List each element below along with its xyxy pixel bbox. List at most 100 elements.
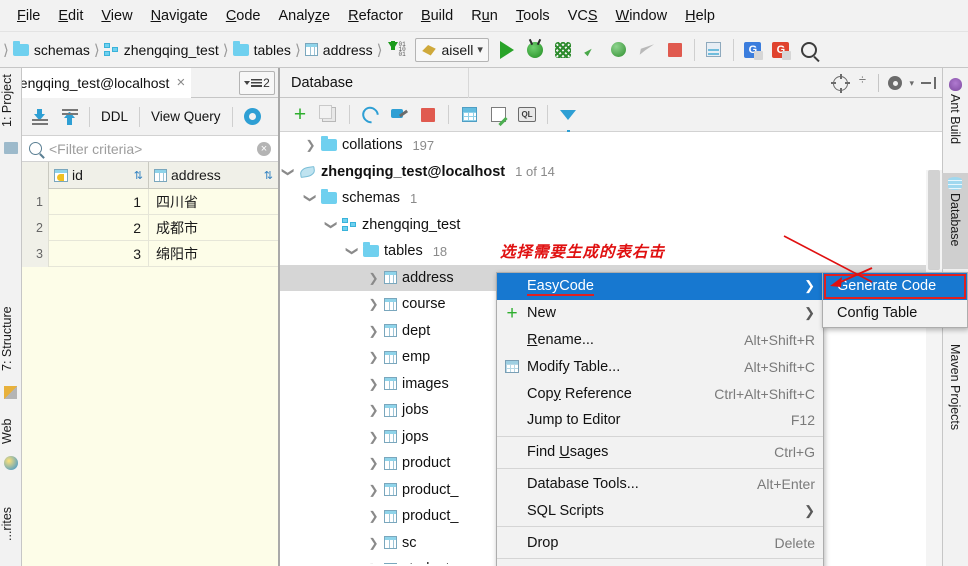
database-button[interactable]: [700, 37, 728, 63]
table-row[interactable]: 2 2 成都市: [22, 214, 278, 241]
gear-icon[interactable]: [238, 102, 267, 132]
cell-address[interactable]: 四川省: [149, 189, 278, 215]
sidebar-item-ant-build[interactable]: Ant Build: [942, 74, 968, 160]
cell-id[interactable]: 1: [49, 188, 149, 215]
sidebar-item-favorites[interactable]: ...rites: [0, 498, 22, 550]
menu-code[interactable]: Code: [217, 5, 270, 27]
breadcrumb-schemas[interactable]: schemas: [10, 40, 93, 58]
menu-item-modify-table[interactable]: Modify Table... Alt+Shift+C: [497, 353, 823, 380]
synchronize-icon[interactable]: [357, 102, 383, 128]
menu-run[interactable]: Run: [462, 5, 507, 27]
menu-build[interactable]: Build: [412, 5, 462, 27]
menu-help[interactable]: Help: [676, 5, 724, 27]
sort-indicator-icon[interactable]: ⇅: [134, 169, 143, 182]
settings-gear-icon[interactable]: [888, 76, 903, 90]
menu-item-sql-scripts[interactable]: SQL Scripts ❯: [497, 497, 823, 524]
debug-button[interactable]: [521, 37, 549, 63]
data-source-properties-icon[interactable]: [386, 102, 412, 128]
chevron-right-icon[interactable]: ❯: [368, 509, 379, 523]
column-header-id[interactable]: id ⇅: [49, 161, 149, 189]
run-configuration-selector[interactable]: aisell ▾: [415, 37, 489, 62]
filter-input[interactable]: <Filter criteria>: [49, 141, 250, 157]
submenu-item-config-table[interactable]: Config Table: [823, 300, 967, 327]
ddl-button[interactable]: DDL: [95, 102, 134, 132]
clear-icon[interactable]: ×: [257, 141, 271, 156]
chevron-right-icon[interactable]: ❯: [368, 456, 379, 470]
collapse-all-icon[interactable]: ÷: [855, 73, 869, 91]
chevron-right-icon[interactable]: ❯: [368, 324, 379, 338]
chevron-down-icon[interactable]: ❯: [304, 193, 318, 204]
cell-address[interactable]: 成都市: [149, 215, 278, 241]
jump-to-console-icon[interactable]: [456, 102, 482, 128]
chevron-right-icon[interactable]: ❯: [368, 297, 379, 311]
export-data-icon[interactable]: [26, 102, 54, 132]
tree-item-collations[interactable]: ❯ collations 197: [279, 132, 942, 159]
column-header-address[interactable]: address ⇅: [149, 162, 278, 189]
menu-file[interactable]: FFileile: [8, 5, 49, 27]
chevron-down-icon[interactable]: ▾: [909, 78, 914, 89]
menu-item-import-from[interactable]: Import from... Ctrl+Shift+F10: [497, 561, 823, 566]
tree-scrollbar[interactable]: [926, 170, 942, 566]
sort-numeric-icon[interactable]: 01 10 01: [383, 37, 411, 63]
breadcrumb-tables[interactable]: tables: [230, 40, 294, 58]
filter-icon[interactable]: [555, 102, 581, 135]
search-icon[interactable]: [795, 37, 823, 63]
table-row[interactable]: 1 1 四川省: [22, 188, 278, 215]
sql-console-icon[interactable]: QL: [514, 102, 540, 128]
chevron-right-icon[interactable]: ❯: [368, 430, 379, 444]
scrollbar-thumb[interactable]: [928, 170, 940, 270]
chevron-down-icon[interactable]: ❯: [282, 166, 296, 177]
chevron-right-icon[interactable]: ❯: [368, 271, 379, 285]
close-icon[interactable]: ×: [174, 74, 187, 91]
cell-address[interactable]: 绵阳市: [149, 241, 278, 267]
menu-item-easycode[interactable]: EasyCode ❯: [497, 273, 823, 300]
jump-to-source-icon[interactable]: [831, 73, 849, 91]
stop-button[interactable]: [661, 37, 689, 63]
chevron-right-icon[interactable]: ❯: [368, 483, 379, 497]
menu-item-new[interactable]: + New ❯: [497, 300, 823, 327]
menu-tools[interactable]: Tools: [507, 5, 559, 27]
menu-item-rename[interactable]: Rename... Alt+Shift+R: [497, 327, 823, 354]
tree-item-datasource[interactable]: ❯ zhengqing_test@localhost 1 of 14: [279, 159, 942, 186]
add-data-source-icon[interactable]: +: [287, 102, 313, 128]
modify-table-icon[interactable]: [485, 102, 511, 128]
run-button[interactable]: [493, 37, 521, 63]
tab-list-button[interactable]: 2: [239, 71, 275, 95]
menu-item-jump-to-editor[interactable]: Jump to Editor F12: [497, 407, 823, 434]
hide-panel-icon[interactable]: [921, 76, 936, 90]
menu-view[interactable]: View: [92, 5, 141, 27]
attach-button[interactable]: [633, 37, 661, 63]
table-row[interactable]: 3 3 绵阳市: [22, 240, 278, 267]
chevron-right-icon[interactable]: ❯: [368, 350, 379, 364]
view-query-button[interactable]: View Query: [145, 102, 227, 132]
profile-button[interactable]: [605, 37, 633, 63]
sidebar-item-structure[interactable]: 7: Structure: [0, 298, 22, 380]
editor-tab-zhengqing-test[interactable]: hengqing_test@localhost ×: [22, 68, 192, 98]
breadcrumb-address[interactable]: address: [302, 42, 376, 58]
menu-item-drop[interactable]: Drop Delete: [497, 529, 823, 556]
cell-id[interactable]: 2: [49, 214, 149, 241]
google-translate-red-icon[interactable]: G: [767, 37, 795, 63]
duplicate-icon[interactable]: [316, 102, 342, 128]
cell-id[interactable]: 3: [49, 240, 149, 267]
menu-edit[interactable]: Edit: [49, 5, 92, 27]
sort-indicator-icon[interactable]: ⇅: [264, 169, 273, 182]
tree-item-zhengqing-test[interactable]: ❯ zhengqing_test: [279, 212, 942, 239]
sidebar-item-maven-projects[interactable]: Maven Projects: [942, 340, 968, 458]
google-translate-blue-icon[interactable]: G: [739, 37, 767, 63]
menu-analyze[interactable]: Analyze: [270, 5, 340, 27]
menu-item-database-tools[interactable]: Database Tools... Alt+Enter: [497, 471, 823, 498]
chevron-right-icon[interactable]: ❯: [368, 536, 379, 550]
chevron-down-icon[interactable]: ❯: [325, 219, 339, 230]
menu-refactor[interactable]: Refactor: [339, 5, 412, 27]
breadcrumb-zhengqing-test[interactable]: zhengqing_test: [101, 42, 222, 58]
tree-item-schemas[interactable]: ❯ schemas 1: [279, 185, 942, 212]
import-data-icon[interactable]: [56, 102, 84, 132]
sidebar-item-project[interactable]: 1: Project: [0, 70, 22, 132]
chevron-right-icon[interactable]: ❯: [305, 138, 316, 152]
chevron-right-icon[interactable]: ❯: [368, 403, 379, 417]
stop-icon[interactable]: [415, 102, 441, 128]
panel-divider[interactable]: [279, 68, 280, 566]
menu-navigate[interactable]: Navigate: [142, 5, 217, 27]
run-jrebel-button[interactable]: [577, 37, 605, 63]
